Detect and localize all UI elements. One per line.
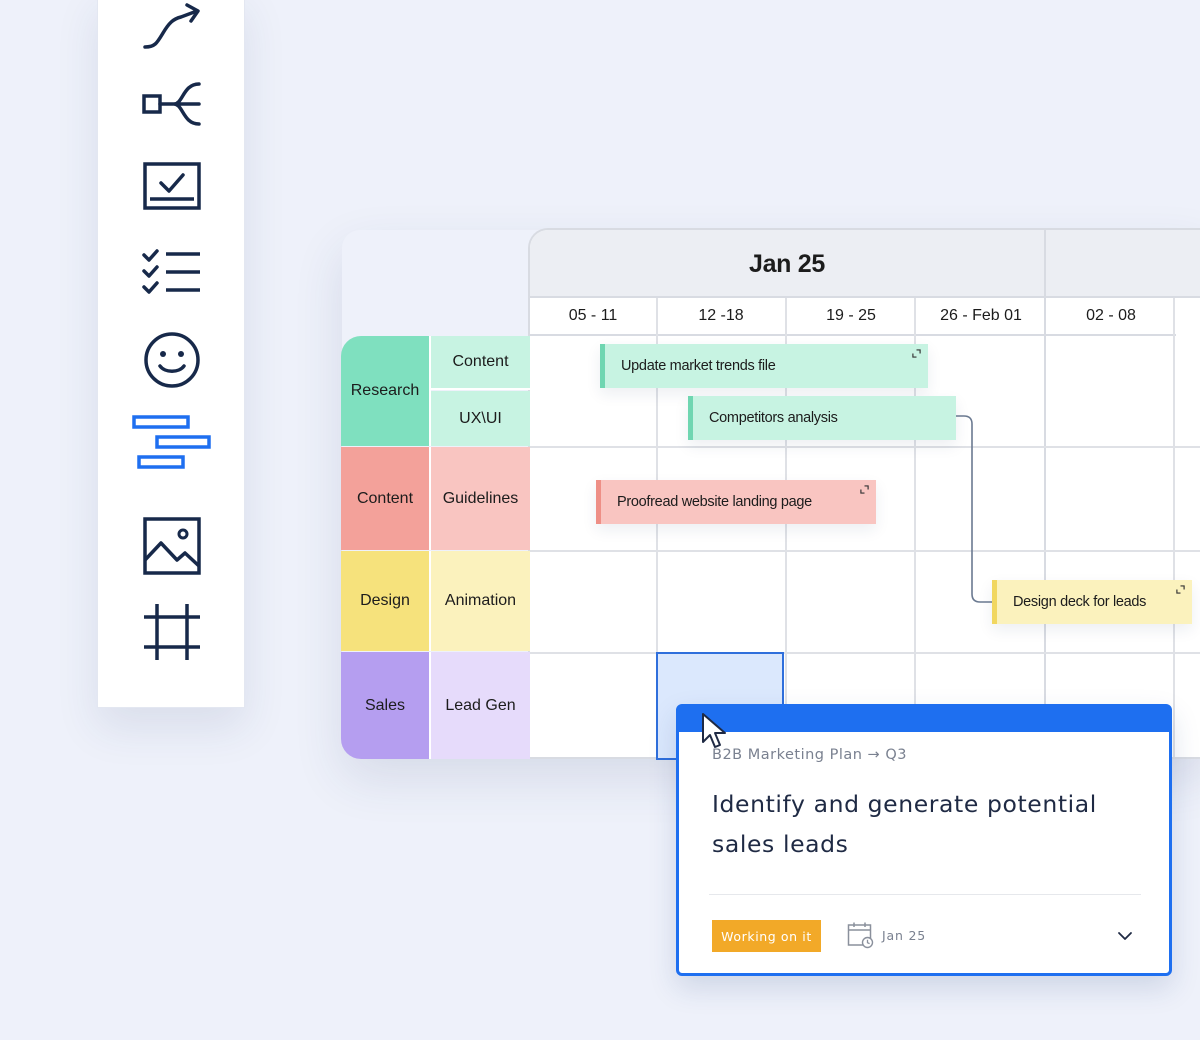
toolbar — [97, 0, 245, 708]
mind-map-tool[interactable] — [98, 69, 246, 139]
checked-card-icon — [143, 162, 201, 210]
week-header-5: 02 - 08 — [1046, 298, 1176, 336]
category-design[interactable]: Design — [341, 551, 431, 651]
grid-line — [530, 446, 1200, 448]
subcategory-label: Animation — [444, 592, 517, 609]
checklist-icon — [142, 249, 200, 294]
calendar-icon[interactable] — [847, 921, 875, 949]
task-label: Proofread website landing page — [617, 494, 812, 510]
category-research[interactable]: Research — [341, 336, 431, 446]
grid-line — [530, 550, 1200, 552]
expand-icon[interactable] — [1176, 585, 1185, 594]
frame-tool[interactable] — [98, 597, 246, 667]
gantt-chart-icon — [132, 415, 211, 469]
task-card[interactable]: B2B Marketing Plan → Q3 Identify and gen… — [676, 704, 1172, 976]
row-labels: Research Content Design Sales Content UX… — [341, 336, 530, 759]
frame-icon — [144, 604, 200, 660]
emoji-icon — [144, 332, 200, 388]
category-label: Research — [350, 382, 420, 399]
subcategory-lead-gen[interactable]: Lead Gen — [431, 652, 530, 759]
emoji-tool[interactable] — [98, 325, 246, 395]
mind-map-icon — [142, 82, 201, 126]
category-content[interactable]: Content — [341, 447, 431, 550]
task-bar-3[interactable]: Proofread website landing page — [596, 480, 876, 524]
card-title[interactable]: Identify and generate potential sales le… — [712, 784, 1142, 864]
week-header-1: 05 - 11 — [530, 298, 656, 336]
category-label: Content — [356, 489, 414, 507]
checked-card-tool[interactable] — [98, 151, 246, 221]
month-label: Jan 25 — [748, 249, 826, 278]
task-bar-4[interactable]: Design deck for leads — [992, 580, 1192, 624]
due-date[interactable]: Jan 25 — [882, 928, 926, 943]
breadcrumb[interactable]: B2B Marketing Plan → Q3 — [712, 747, 907, 763]
category-sales[interactable]: Sales — [341, 652, 431, 759]
task-label: Design deck for leads — [1013, 594, 1147, 610]
task-bar-1[interactable]: Update market trends file — [600, 344, 928, 388]
subcategory-animation[interactable]: Animation — [431, 551, 530, 651]
subcategory-ux-ui[interactable]: UX\UI — [431, 391, 530, 446]
divider — [709, 894, 1141, 895]
category-label: Sales — [364, 696, 406, 714]
week-header-3: 19 - 25 — [786, 298, 916, 336]
subcategory-guidelines[interactable]: Guidelines — [431, 447, 530, 550]
subcategory-label: Guidelines — [442, 489, 519, 507]
subcategory-label: UX\UI — [459, 409, 502, 427]
subcategory-content[interactable]: Content — [431, 336, 530, 390]
checklist-tool[interactable] — [98, 237, 246, 307]
chevron-down-icon[interactable] — [1117, 928, 1133, 944]
task-bar-2[interactable]: Competitors analysis — [688, 396, 956, 440]
status-badge[interactable]: Working on it — [712, 920, 821, 952]
week-header-2: 12 -18 — [656, 298, 786, 336]
image-icon — [143, 517, 201, 575]
subcategory-label: Content — [452, 353, 509, 370]
task-label: Update market trends file — [621, 358, 776, 374]
subcategory-label: Lead Gen — [445, 696, 516, 714]
expand-icon[interactable] — [860, 485, 869, 494]
expand-icon[interactable] — [912, 349, 921, 358]
month-header: Jan 25 — [530, 230, 1200, 298]
week-header-4: 26 - Feb 01 — [916, 298, 1046, 336]
grid-line — [1173, 298, 1175, 757]
grid-line — [530, 652, 1200, 654]
gantt-chart-tool[interactable] — [98, 409, 246, 479]
task-label: Competitors analysis — [709, 410, 838, 426]
image-tool[interactable] — [98, 511, 246, 581]
connector-line-tool[interactable] — [98, 0, 246, 61]
category-label: Design — [360, 592, 410, 609]
connector-line-icon — [143, 3, 200, 49]
